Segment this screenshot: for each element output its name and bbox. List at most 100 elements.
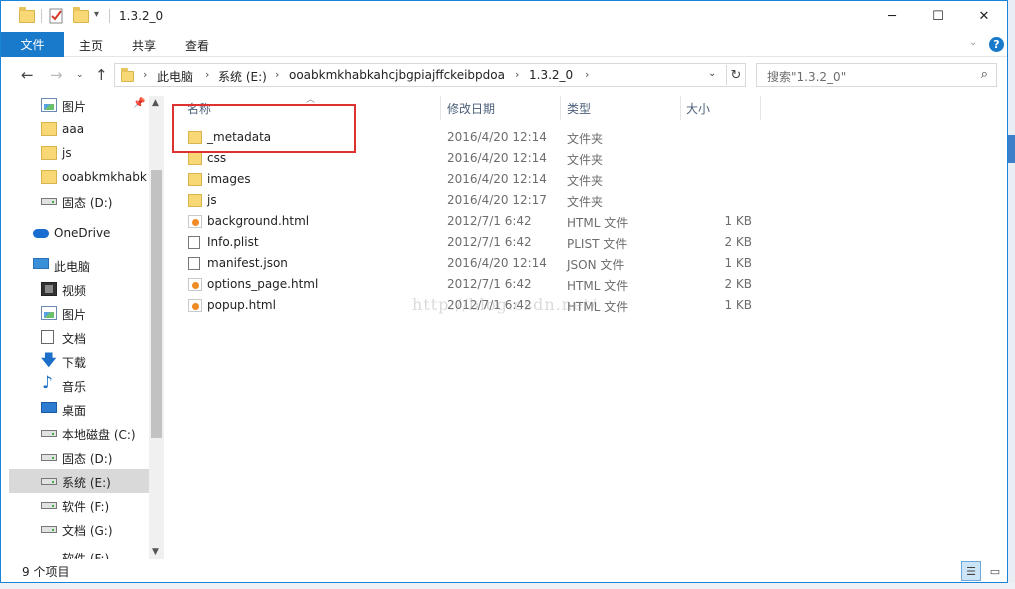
chevron-right-icon[interactable]: › — [275, 68, 279, 81]
search-icon[interactable]: ⌕ — [981, 67, 988, 82]
background-window-strip — [1008, 0, 1015, 589]
pin-icon[interactable]: 📌 — [133, 98, 145, 109]
tab-file[interactable]: 文件 — [1, 32, 64, 57]
drive-icon — [41, 478, 57, 485]
tab-view[interactable]: 查看 — [185, 37, 209, 54]
sidebar-item-desktop[interactable]: 桌面 — [9, 397, 149, 421]
address-bar[interactable]: › 此电脑 › 系统 (E:) › ooabkmkhabkahcjbgpiajf… — [114, 63, 746, 87]
address-dropdown-icon[interactable]: ⌄ — [708, 68, 716, 79]
recent-locations-icon[interactable]: ⌄ — [76, 70, 84, 80]
file-size: 2 KB — [724, 235, 752, 249]
column-header-date[interactable]: 修改日期 — [447, 100, 495, 117]
properties-icon[interactable] — [49, 7, 65, 25]
sidebar-item-label: 软件 (F:) — [62, 500, 110, 514]
sidebar-item-label: 本地磁盘 (C:) — [62, 428, 136, 442]
help-icon[interactable]: ? — [989, 37, 1004, 52]
file-date: 2012/7/1 6:42 — [447, 277, 532, 291]
file-row[interactable]: js 2016/4/20 12:17 文件夹 — [184, 190, 764, 211]
file-row[interactable]: manifest.json 2016/4/20 12:14 JSON 文件 1 … — [184, 253, 764, 274]
sidebar-item-aaa[interactable]: aaa — [9, 117, 149, 141]
title-divider — [41, 9, 42, 23]
sidebar-item-js[interactable]: js — [9, 141, 149, 165]
breadcrumb-current[interactable]: 1.3.2_0 — [529, 68, 573, 82]
sidebar-item-documents[interactable]: 文档 — [9, 325, 149, 349]
sidebar-item-videos[interactable]: 视频 — [9, 277, 149, 301]
navigation-scrollbar[interactable]: ▲ ▼ — [149, 96, 164, 559]
file-row[interactable]: background.html 2012/7/1 6:42 HTML 文件 1 … — [184, 211, 764, 232]
details-view-icon[interactable]: ☰ — [961, 561, 981, 581]
annotation-highlight-box — [172, 104, 356, 153]
file-date: 2012/7/1 6:42 — [447, 235, 532, 249]
sidebar-item-quick-pictures[interactable]: 图片 📌 — [9, 93, 149, 117]
pictures-icon — [41, 306, 57, 320]
sidebar-item-music[interactable]: 音乐 — [9, 373, 149, 397]
tab-share[interactable]: 共享 — [132, 37, 156, 54]
sidebar-item-drive-g[interactable]: 文档 (G:) — [9, 517, 149, 541]
file-size: 1 KB — [724, 298, 752, 312]
sidebar-item-label: 固态 (D:) — [62, 196, 113, 210]
column-divider[interactable] — [760, 96, 761, 120]
breadcrumb-extension-folder[interactable]: ooabkmkhabkahcjbgpiajffckeibpdoa — [289, 68, 505, 82]
file-type: HTML 文件 — [567, 216, 629, 230]
tab-home[interactable]: 主页 — [79, 37, 103, 54]
sidebar-item-this-pc[interactable]: 此电脑 — [9, 253, 149, 277]
file-row[interactable]: Info.plist 2012/7/1 6:42 PLIST 文件 2 KB — [184, 232, 764, 253]
drive-icon — [41, 454, 57, 461]
status-bar: 9 个项目 ☰ ▭ — [1, 559, 1007, 582]
file-row[interactable]: images 2016/4/20 12:14 文件夹 — [184, 169, 764, 190]
sidebar-item-drive-d[interactable]: 固态 (D:) — [9, 445, 149, 469]
sidebar-item-downloads[interactable]: 下载 — [9, 349, 149, 373]
back-icon[interactable]: ← — [21, 66, 34, 84]
documents-icon — [41, 330, 54, 344]
column-header-size[interactable]: 大小 — [686, 100, 710, 117]
desktop-icon — [41, 402, 57, 413]
breadcrumb-drive-e[interactable]: 系统 (E:) — [218, 68, 267, 85]
customize-toolbar-icon[interactable]: ▾ — [94, 9, 99, 27]
drive-icon — [41, 526, 57, 533]
refresh-icon[interactable]: ↻ — [726, 65, 745, 85]
file-icon — [188, 236, 200, 249]
scroll-down-icon[interactable]: ▼ — [152, 547, 159, 557]
sidebar-item-pictures[interactable]: 图片 — [9, 301, 149, 325]
sidebar-item-quick-drive-d[interactable]: 固态 (D:) — [9, 189, 149, 213]
close-button[interactable]: ✕ — [961, 1, 1007, 32]
address-folder-icon — [121, 68, 134, 82]
chevron-right-icon[interactable]: › — [143, 68, 147, 81]
up-icon[interactable]: ↑ — [95, 66, 108, 84]
chevron-right-icon[interactable]: › — [585, 68, 589, 81]
drive-icon — [41, 430, 57, 437]
file-icon — [188, 257, 200, 270]
column-divider[interactable] — [560, 96, 561, 120]
maximize-button[interactable]: ☐ — [915, 1, 961, 32]
large-icons-view-icon[interactable]: ▭ — [985, 561, 1005, 581]
window-title: 1.3.2_0 — [119, 9, 164, 23]
chevron-right-icon[interactable]: › — [205, 68, 209, 81]
file-name: Info.plist — [207, 235, 259, 249]
scrollbar-thumb[interactable] — [151, 170, 162, 438]
this-pc-icon — [33, 258, 49, 269]
sidebar-item-onedrive[interactable]: OneDrive — [9, 221, 149, 245]
column-header-type[interactable]: 类型 — [567, 100, 591, 117]
sidebar-item-extension-folder[interactable]: ooabkmkhabk — [9, 165, 149, 189]
sidebar-item-label: 音乐 — [62, 380, 87, 394]
sidebar-item-drive-e[interactable]: 系统 (E:) — [9, 469, 149, 493]
breadcrumb-this-pc[interactable]: 此电脑 — [157, 68, 193, 85]
chevron-right-icon[interactable]: › — [515, 68, 519, 81]
file-type: JSON 文件 — [567, 258, 625, 272]
file-name: background.html — [207, 214, 310, 228]
background-bottom-strip — [0, 583, 1015, 589]
sidebar-item-drive-c[interactable]: 本地磁盘 (C:) — [9, 421, 149, 445]
forward-icon[interactable]: → — [50, 66, 63, 84]
sidebar-item-drive-f[interactable]: 软件 (F:) — [9, 493, 149, 517]
column-divider[interactable] — [680, 96, 681, 120]
sidebar-item-drive-f-network[interactable]: 软件 (F:) — [9, 541, 149, 559]
search-box[interactable]: 搜索"1.3.2_0" ⌕ — [756, 63, 997, 87]
expand-ribbon-icon[interactable]: ⌄ — [969, 37, 977, 48]
file-row[interactable]: options_page.html 2012/7/1 6:42 HTML 文件 … — [184, 274, 764, 295]
scroll-up-icon[interactable]: ▲ — [152, 98, 159, 108]
sidebar-item-label: ooabkmkhabk — [62, 170, 147, 184]
column-divider[interactable] — [440, 96, 441, 120]
file-date: 2012/7/1 6:42 — [447, 214, 532, 228]
sidebar-item-label: js — [62, 146, 72, 160]
minimize-button[interactable]: ─ — [869, 1, 915, 32]
